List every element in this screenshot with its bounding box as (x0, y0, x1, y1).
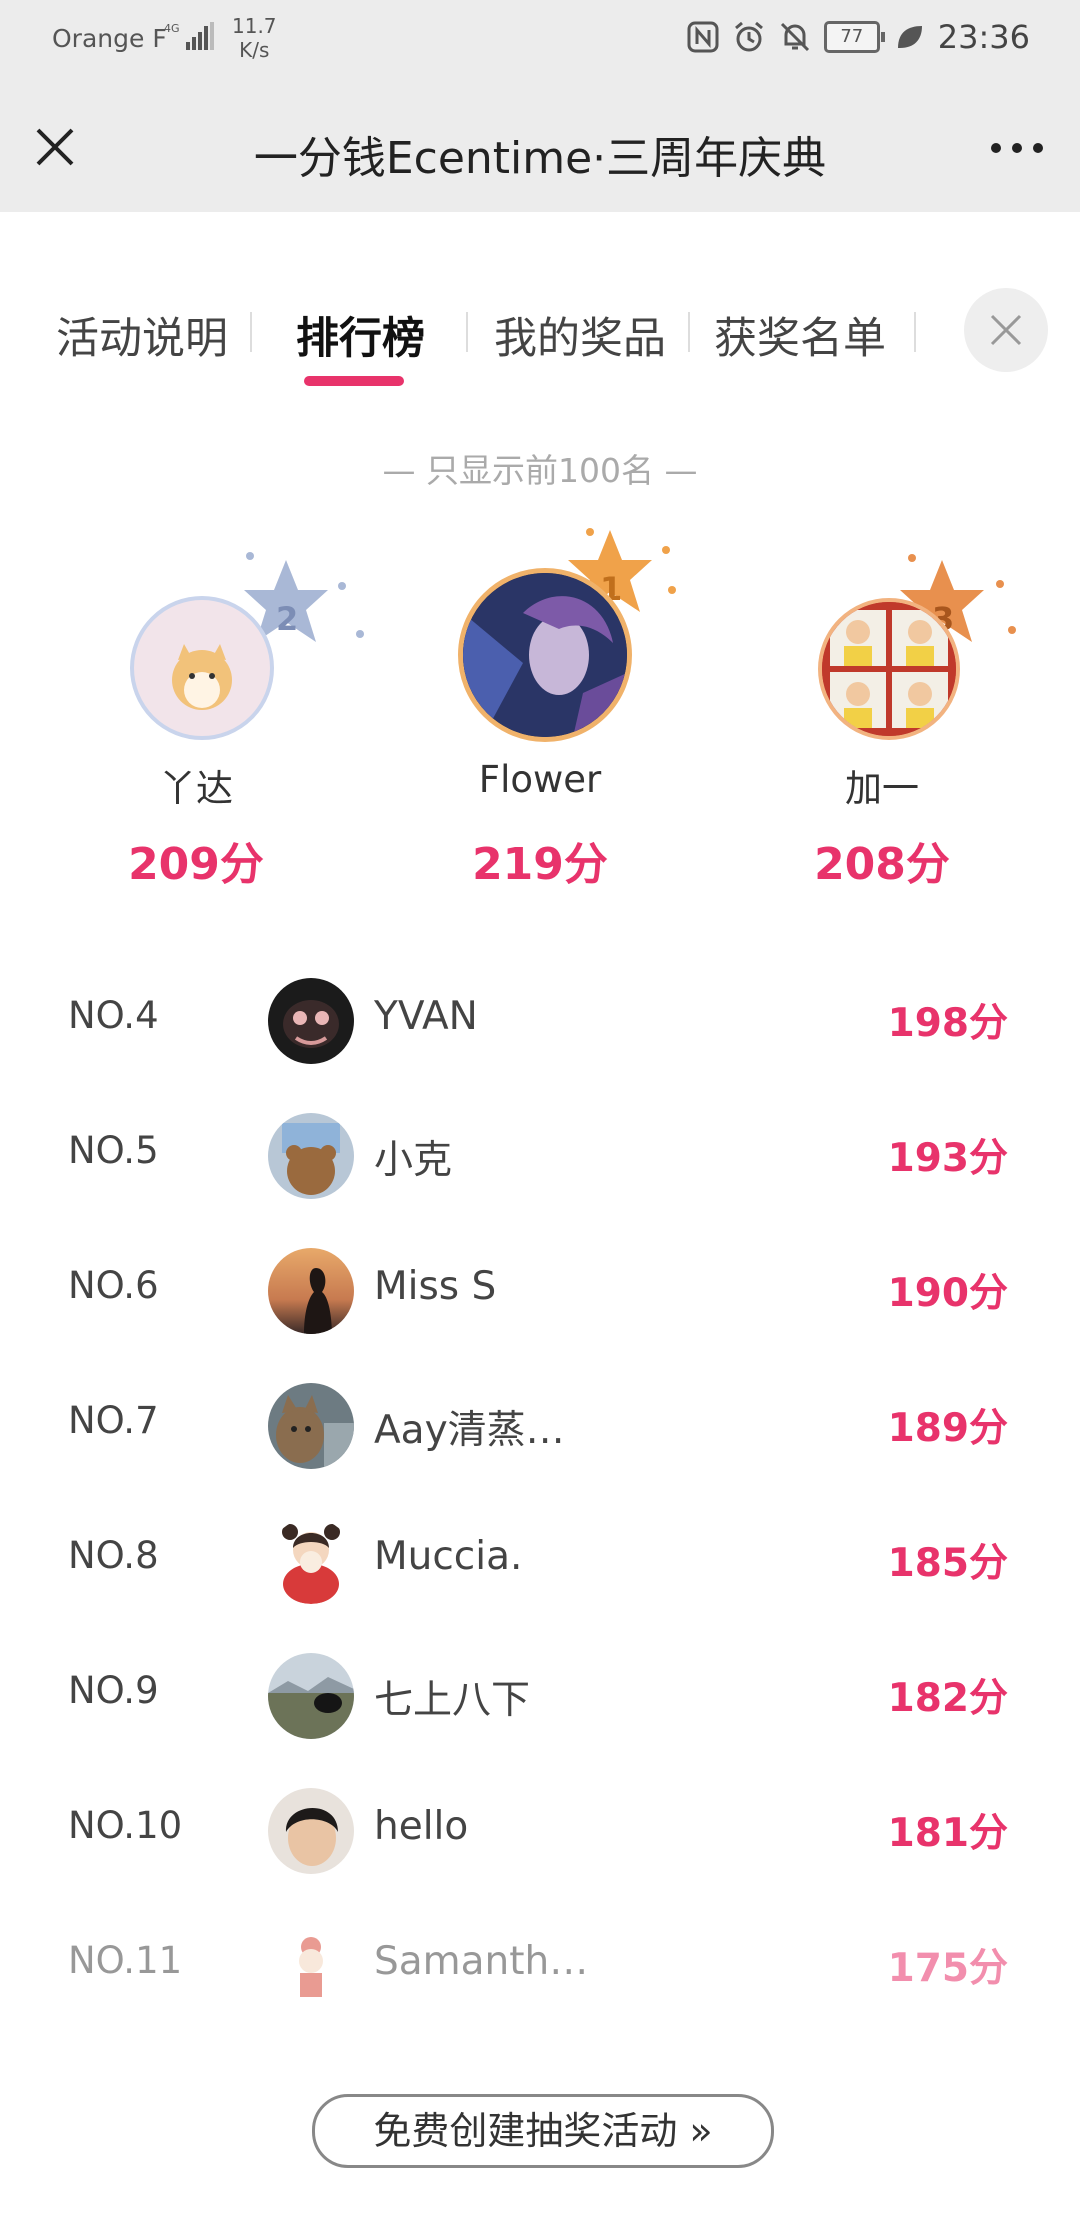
podium-name: 加一 (845, 767, 919, 810)
ranking-row[interactable]: NO.8 Muccia. 185分 (0, 1490, 1080, 1625)
alarm-icon (734, 21, 763, 52)
tab-winners-list[interactable]: 获奖名单 (714, 304, 886, 366)
rank-number: NO.6 (68, 1264, 159, 1307)
cartoon-face-avatar-image (268, 978, 354, 1064)
clock: 23:36 (937, 18, 1030, 56)
top-100-notice: — 只显示前100名 — (382, 451, 698, 490)
avatar (130, 596, 274, 740)
active-tab-indicator (304, 376, 404, 386)
avatar (268, 1653, 354, 1739)
ranking-row[interactable]: NO.10 hello 181分 (0, 1760, 1080, 1895)
speed-value: 11.7 (232, 14, 277, 38)
network-speed: 11.7 K/s (232, 14, 277, 62)
podium-score: 209分 (128, 839, 264, 890)
user-name: 小克 (374, 1138, 453, 1183)
signal-icon: 4G (164, 22, 214, 50)
portrait-avatar-image (268, 1788, 354, 1874)
ranking-row[interactable]: NO.11 Samanth… 175分 (0, 1895, 1080, 2030)
avatar (268, 1383, 354, 1469)
tab-leaderboard[interactable]: 排行榜 (296, 304, 425, 366)
user-score: 193分 (887, 1136, 1008, 1181)
ranking-row[interactable]: NO.7 Aay清蒸… 189分 (0, 1355, 1080, 1490)
podium-score: 219分 (472, 839, 608, 890)
rank-number: NO.4 (68, 994, 159, 1037)
avatar (268, 1788, 354, 1874)
user-score: 198分 (887, 1001, 1008, 1046)
leaf-icon (897, 26, 922, 48)
cat-avatar-image (268, 1383, 354, 1469)
avatar (268, 1518, 354, 1604)
user-score: 190分 (887, 1271, 1008, 1316)
avatar (268, 1248, 354, 1334)
avatar (458, 568, 632, 742)
close-icon (990, 314, 1022, 346)
tab-divider (250, 312, 252, 352)
user-name: 七上八下 (374, 1678, 531, 1723)
tabs-close-button[interactable] (964, 288, 1048, 372)
user-name: Aay清蒸… (374, 1408, 565, 1453)
rank-number: NO.11 (68, 1939, 183, 1982)
rank-number: NO.10 (68, 1804, 183, 1847)
ranking-row[interactable]: NO.4 YVAN 198分 (0, 950, 1080, 1085)
user-score: 182分 (887, 1676, 1008, 1721)
tab-divider (466, 312, 468, 352)
cartoon-girl-avatar-image (268, 1923, 354, 2009)
status-bar: Orange F 4G 11.7 K/s 77 23:36 (0, 0, 1080, 82)
podium-name: 丫达 (159, 767, 233, 810)
ranking-row[interactable]: NO.5 小克 193分 (0, 1085, 1080, 1220)
tab-divider (914, 312, 916, 352)
avatar (268, 978, 354, 1064)
title-bar: 一分钱Ecentime·三周年庆典 (0, 82, 1080, 212)
more-options-icon[interactable] (990, 142, 1044, 154)
user-name: Miss S (374, 1264, 497, 1309)
tab-bar: 活动说明 排行榜 我的奖品 获奖名单 (0, 212, 1080, 422)
rank-number: NO.8 (68, 1534, 159, 1577)
podium-rank: 2 (276, 600, 298, 638)
speed-unit: K/s (239, 38, 270, 62)
podium-score: 208分 (814, 839, 950, 890)
tab-activity-info[interactable]: 活动说明 (56, 304, 228, 366)
ranking-row[interactable]: NO.9 七上八下 182分 (0, 1625, 1080, 1760)
photo-grid-avatar-image (822, 602, 956, 736)
create-lottery-button[interactable]: 免费创建抽奖活动 » (312, 2094, 774, 2168)
rank-number: NO.5 (68, 1129, 159, 1172)
nfc-icon (687, 21, 719, 53)
user-name: hello (374, 1804, 469, 1849)
user-name: Muccia. (374, 1534, 523, 1579)
game-character-avatar-image (463, 573, 627, 737)
avatar (268, 1923, 354, 2009)
battery-icon: 77 (823, 21, 885, 53)
fortune-girl-avatar-image (268, 1518, 354, 1604)
user-name: Samanth… (374, 1939, 589, 1984)
network-label: 4G (164, 22, 180, 35)
shiba-avatar-image (172, 644, 232, 710)
ranking-row[interactable]: NO.6 Miss S 190分 (0, 1220, 1080, 1355)
teddy-bear-avatar-image (268, 1113, 354, 1199)
user-score: 181分 (887, 1811, 1008, 1856)
user-score: 175分 (887, 1946, 1008, 1991)
podium-name: Flower (478, 758, 602, 801)
user-score: 189分 (887, 1406, 1008, 1451)
page-title: 一分钱Ecentime·三周年庆典 (253, 133, 827, 184)
rank-number: NO.9 (68, 1669, 159, 1712)
carrier-label: Orange F (52, 24, 167, 53)
user-name: YVAN (374, 994, 478, 1039)
avatar (818, 598, 960, 740)
landscape-cat-avatar-image (268, 1653, 354, 1739)
tab-divider (688, 312, 690, 352)
rank-number: NO.7 (68, 1399, 159, 1442)
tab-my-prizes[interactable]: 我的奖品 (494, 304, 666, 366)
sunset-silhouette-avatar-image (268, 1248, 354, 1334)
avatar (268, 1113, 354, 1199)
user-score: 185分 (887, 1541, 1008, 1586)
mute-bell-icon (780, 22, 809, 52)
